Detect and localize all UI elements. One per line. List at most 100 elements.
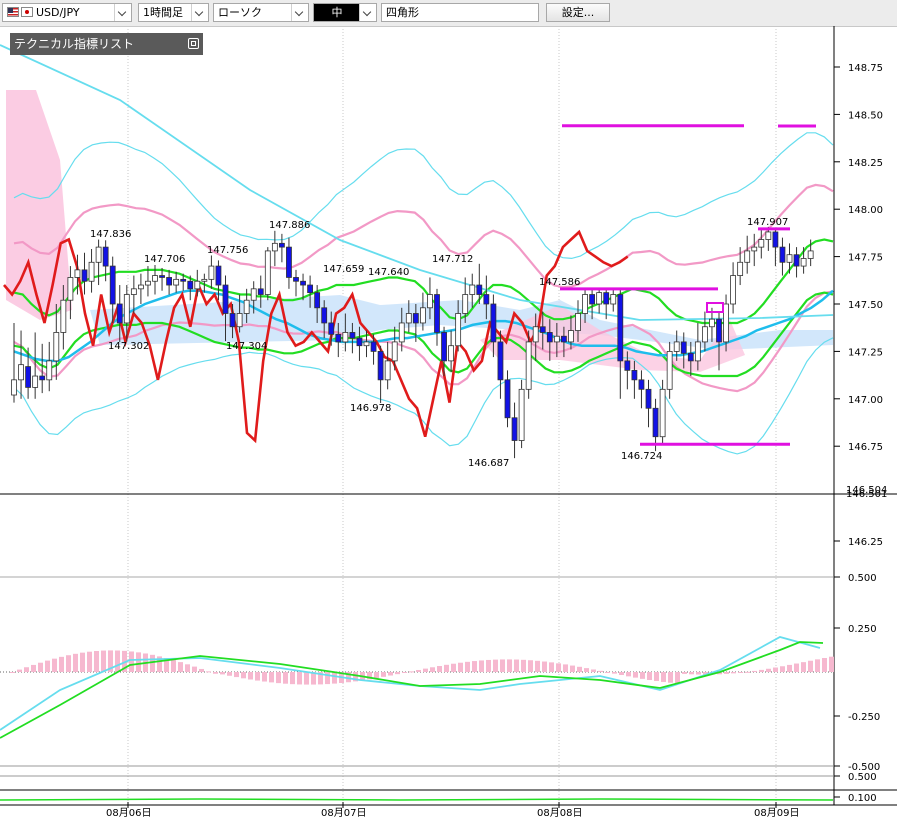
candle-body [356, 337, 363, 347]
axis-tick-label: 148.00 [848, 205, 883, 216]
sub-indicator-line [0, 798, 834, 801]
macd-histogram-bar [626, 672, 631, 677]
candle-body [257, 288, 264, 295]
candle [645, 379, 652, 428]
candle-body [286, 246, 292, 278]
candle-body [483, 294, 490, 305]
axis-tick-label: 148.75 [848, 63, 883, 74]
macd-histogram-bar [731, 672, 736, 674]
axis-tick-label: 147.00 [848, 395, 883, 406]
macd-histogram-bar [192, 666, 197, 672]
macd-histogram-bar [220, 672, 225, 675]
candle-body [448, 345, 455, 362]
macd-histogram-bar [500, 659, 505, 672]
candle-body [793, 254, 800, 267]
candle-body [596, 292, 603, 305]
price-annotation: 147.302 [108, 341, 149, 352]
candle-body [342, 332, 349, 343]
candle-body [25, 366, 32, 388]
price-annotation: 147.586 [539, 277, 580, 288]
candle-body [589, 294, 595, 305]
candle-body [123, 294, 130, 324]
macd-histogram-bar [472, 661, 477, 672]
candle [504, 370, 511, 428]
candle-body [441, 332, 447, 362]
candle-body [229, 313, 236, 328]
macd-histogram-bar [528, 660, 533, 672]
candle-body [539, 326, 546, 333]
macd-histogram-bar [213, 672, 218, 674]
candle-body [314, 292, 321, 309]
candle [377, 345, 384, 403]
candle-body [81, 269, 88, 282]
candle-body [222, 284, 229, 314]
macd-histogram-bar [801, 662, 806, 672]
macd-histogram-bar [388, 672, 393, 676]
candle [208, 255, 215, 289]
macd-histogram-bar [738, 672, 743, 673]
candle-body [95, 246, 102, 263]
technical-indicator-list-panel[interactable]: テクニカル指標リスト [10, 33, 203, 55]
candle [18, 330, 24, 399]
macd-histogram-bar [283, 672, 288, 684]
current-price-label: 146.501 [846, 489, 887, 500]
price-annotation: 147.886 [269, 220, 310, 231]
candle [666, 341, 673, 399]
macd-histogram-bar [38, 662, 43, 672]
candle-body [293, 277, 299, 282]
macd-histogram-bar [255, 672, 260, 681]
macd-histogram-bar [815, 659, 820, 672]
candle-body [398, 322, 405, 343]
candle-body [39, 375, 46, 381]
candle-body [250, 288, 257, 301]
macd-histogram-bar [507, 659, 512, 672]
macd-histogram-bar [276, 672, 281, 684]
price-annotation: 147.640 [368, 267, 409, 278]
price-chart[interactable]: 147.836 147.706 147.756 147.886 147.659 147.6… [0, 0, 897, 820]
candle-body [490, 303, 497, 343]
macd-histogram-bar [521, 659, 526, 672]
candle [293, 269, 299, 297]
candle-body [412, 313, 419, 324]
macd-histogram-bar [325, 672, 330, 685]
candle-body [201, 278, 208, 282]
macd-histogram-bar [675, 672, 680, 684]
macd-histogram-bar [689, 672, 694, 675]
macd-histogram-bar [773, 667, 778, 672]
candle-body [786, 254, 793, 263]
candle-body [116, 303, 123, 324]
candle-body [271, 242, 278, 252]
macd-histogram-bar [45, 660, 50, 672]
candle-body [568, 330, 574, 343]
macd-histogram-bar [822, 658, 827, 672]
candle-body [152, 275, 158, 282]
collapse-icon[interactable] [188, 38, 199, 49]
price-annotation: 147.756 [207, 245, 248, 256]
candle-body [546, 332, 553, 343]
candle-body [462, 294, 469, 314]
candle-body [243, 299, 250, 314]
candle-body [18, 364, 24, 381]
candle [46, 341, 53, 392]
candle-body [680, 341, 687, 354]
candle-body [335, 333, 342, 343]
candle-body [561, 335, 567, 343]
candle [11, 322, 17, 403]
macd-histogram-bar [262, 672, 267, 682]
candle [194, 269, 201, 297]
price-annotation: 147.304 [226, 341, 267, 352]
macd-histogram-bar [451, 663, 456, 672]
macd-histogram-bar [31, 664, 36, 672]
axis-tick-label: 146.75 [848, 442, 883, 453]
macd-histogram-bar [227, 672, 232, 676]
candle-body [166, 277, 173, 286]
macd-histogram-bar [290, 672, 295, 685]
macd-histogram-bar [724, 672, 729, 674]
indicator-panel-title: テクニカル指標リスト [14, 37, 135, 51]
macd-histogram-bar [66, 655, 71, 672]
macd-histogram-bar [171, 660, 176, 672]
macd-histogram-bar [381, 672, 386, 677]
candle [779, 237, 786, 276]
candle-body [328, 322, 335, 335]
macd-histogram-bar [52, 658, 57, 672]
